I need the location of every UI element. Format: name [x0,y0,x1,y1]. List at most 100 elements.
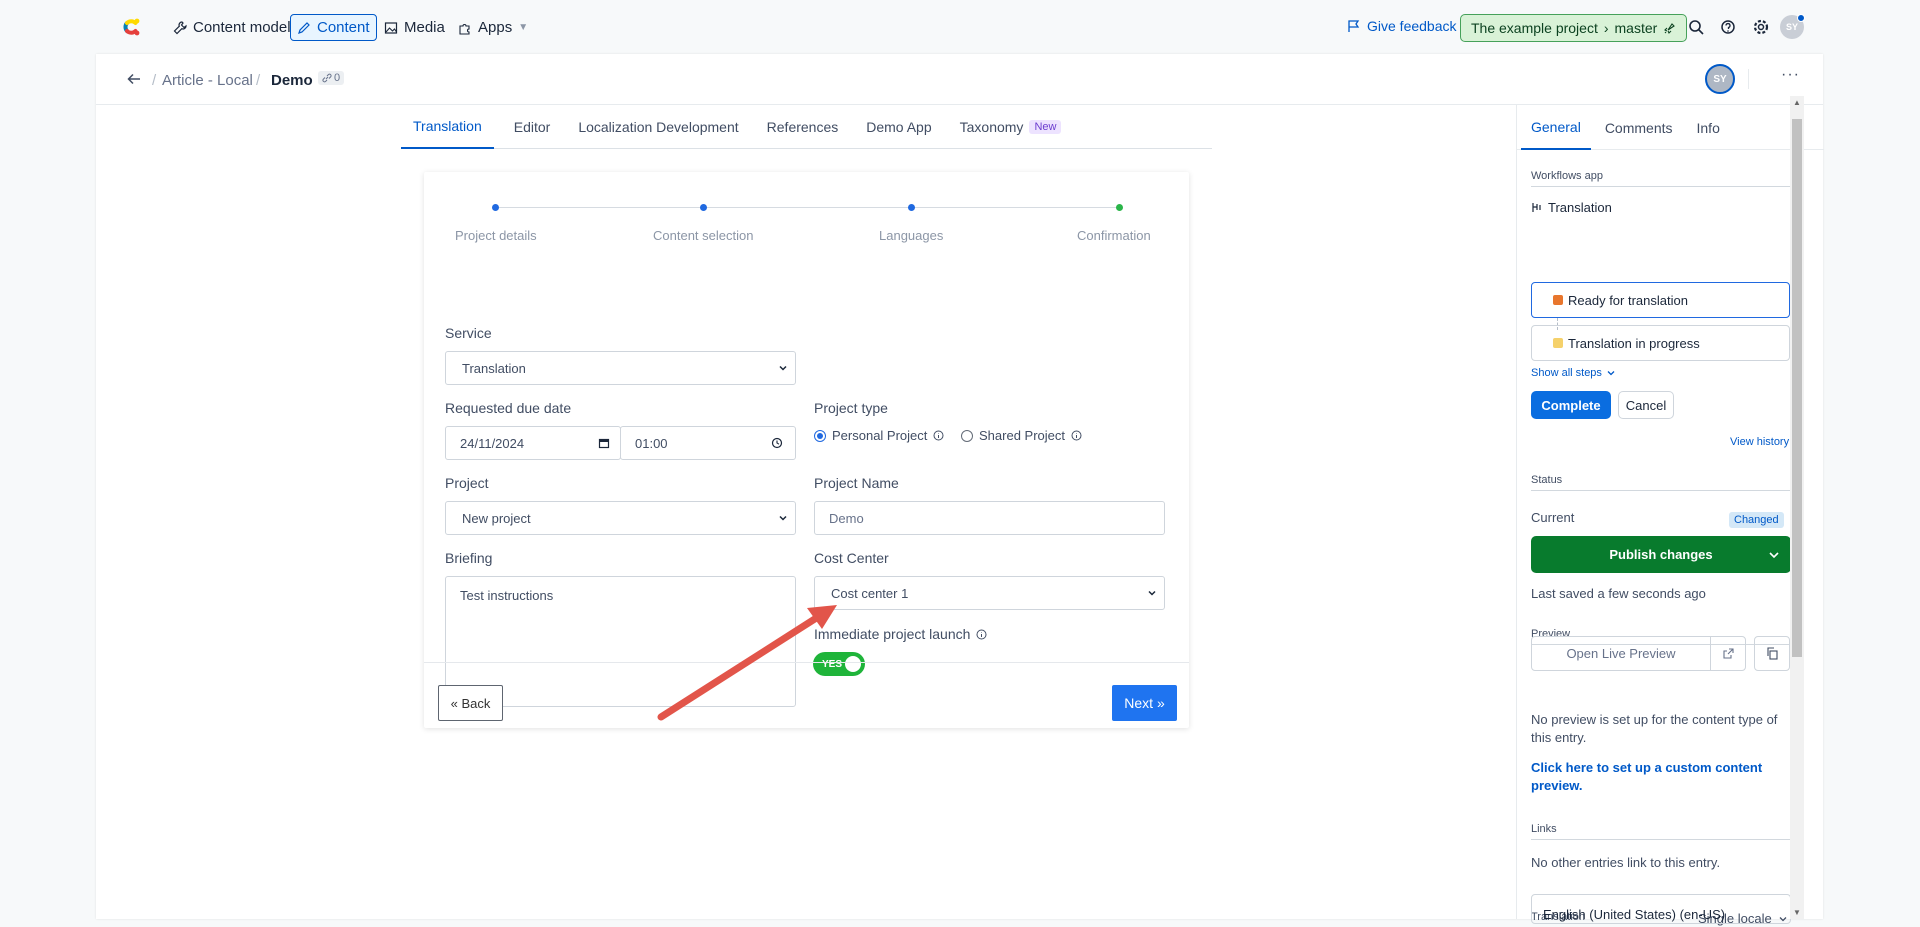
clock-icon[interactable] [771,437,783,449]
info-icon [976,629,987,639]
show-all-steps-link[interactable]: Show all steps [1531,367,1616,379]
view-history-link[interactable]: View history [1730,436,1789,448]
external-link-icon [1722,648,1734,659]
page-title: Demo [271,72,313,89]
nav-content-model[interactable]: Content model [167,14,297,41]
immediate-launch-toggle[interactable]: YES [814,653,864,675]
briefing-value: Test instructions [460,588,554,603]
cost-center-label: Cost Center [814,550,889,566]
open-live-preview-button[interactable]: Open Live Preview [1531,636,1711,671]
header-divider [1748,69,1749,89]
project-name: The example project [1471,20,1598,36]
project-value: New project [462,510,531,526]
breadcrumb-separator: / [152,72,157,89]
back-button[interactable]: « Back [438,685,503,721]
workflow-step-ready[interactable]: Ready for translation [1531,282,1790,318]
tab-references[interactable]: References [755,105,851,149]
tab-taxonomy[interactable]: Taxonomy New [948,105,1074,149]
no-links-text: No other entries link to this entry. [1531,855,1721,870]
search-icon[interactable] [1685,16,1707,38]
scroll-down-icon[interactable]: ▼ [1793,908,1801,917]
setup-preview-link[interactable]: Click here to set up a custom content pr… [1531,759,1791,795]
caret-down-icon: ▼ [518,22,529,33]
breadcrumb-content-type[interactable]: Article - Local [162,72,253,89]
sidebar-scrollbar[interactable]: ▲ ▼ [1790,96,1804,919]
complete-button[interactable]: Complete [1531,391,1611,419]
toggle-label: YES [822,658,843,670]
stepper-line [496,207,1120,208]
due-date-label: Requested due date [445,400,572,416]
next-button[interactable]: Next » [1112,685,1177,721]
pen-icon [298,21,310,34]
nav-media[interactable]: Media [378,14,451,41]
image-icon [384,21,398,34]
step-status-square [1553,295,1563,305]
tab-translation[interactable]: Translation [401,105,494,149]
toggle-knob [845,656,861,672]
project-type-label: Project type [814,400,888,416]
publish-changes-button[interactable]: Publish changes [1531,536,1791,573]
radio-unchecked-icon [961,429,973,442]
calendar-icon[interactable] [598,437,610,449]
step-status-square [1553,338,1563,348]
sidebar-tab-general[interactable]: General [1521,105,1591,150]
workflow-step-in-progress[interactable]: Translation in progress [1531,325,1790,361]
project-label: Project [445,475,489,491]
scroll-up-icon[interactable]: ▲ [1793,98,1801,107]
step-dot [908,204,915,211]
collaborator-avatar[interactable]: SY [1705,64,1735,94]
immediate-launch-label: Immediate project launch [814,626,987,642]
copy-preview-button[interactable] [1754,636,1790,671]
environment-name: master [1614,20,1658,36]
tab-localization-development[interactable]: Localization Development [566,105,750,149]
sidebar-tabs: General Comments Info [1517,105,1824,150]
workflow-name: Translation [1531,200,1612,215]
nav-apps[interactable]: Apps ▼ [452,14,534,41]
radio-label: Personal Project [832,428,928,443]
due-time-input[interactable]: 01:00 [620,426,796,460]
space-environment-switcher[interactable]: The example project › master [1460,14,1688,42]
project-select[interactable]: New project [445,501,796,535]
sidebar-tab-info[interactable]: Info [1687,105,1730,150]
cost-center-select[interactable]: Cost center 1 [814,576,1165,610]
more-options-icon[interactable]: ··· [1781,66,1800,84]
entry-header: / Article - Local / Demo 0 SY ··· [96,54,1823,105]
cancel-button[interactable]: Cancel [1618,391,1674,419]
editor-tabs: Translation Editor Localization Developm… [401,105,1212,149]
chevron-down-icon[interactable] [1767,548,1781,562]
radio-personal-project[interactable]: Personal Project [814,428,944,443]
info-icon [1071,430,1082,441]
service-label: Service [445,325,492,341]
external-link-button[interactable] [1710,636,1746,671]
due-date-input[interactable]: 24/11/2024 [445,426,621,460]
locale-select[interactable]: English (United States) (en-US) [1531,894,1791,924]
tab-editor[interactable]: Editor [502,105,563,149]
give-feedback-link[interactable]: Give feedback [1347,18,1457,34]
current-status-label: Current [1531,510,1575,525]
tab-demo-app[interactable]: Demo App [854,105,943,149]
status-section-title: Status [1531,474,1791,491]
sidebar-tab-comments[interactable]: Comments [1595,105,1683,150]
project-name-input[interactable]: Demo [814,501,1165,535]
scrollbar-thumb[interactable] [1792,119,1802,657]
nav-label: Content model [193,19,291,36]
chevron-right-icon: › [1603,20,1609,36]
chevron-down-icon [779,365,787,371]
help-icon[interactable] [1717,16,1739,38]
radio-shared-project[interactable]: Shared Project [961,428,1082,443]
gear-icon[interactable] [1750,16,1772,38]
top-navigation: Content model Content Media Apps ▼ Give … [0,0,1920,54]
cost-center-value: Cost center 1 [831,585,909,601]
references-count-badge[interactable]: 0 [318,71,345,85]
arrow-left-icon[interactable] [126,71,142,87]
puzzle-icon [459,23,470,35]
nav-content[interactable]: Content [290,14,377,41]
workflows-section-title: Workflows app [1531,170,1791,187]
due-date-value: 24/11/2024 [460,435,525,451]
step-label: Project details [455,228,537,243]
step-dot [700,204,707,211]
references-count: 0 [334,72,341,84]
service-select[interactable]: Translation [445,351,796,385]
show-all-label: Show all steps [1531,367,1602,379]
contentful-logo[interactable] [118,14,144,40]
